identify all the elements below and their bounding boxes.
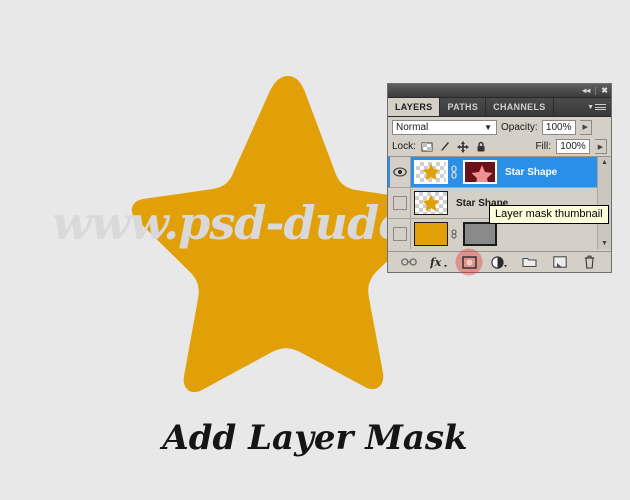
layers-panel-footer: fx: [388, 248, 611, 276]
opacity-label: Opacity:: [501, 121, 538, 133]
lock-label: Lock:: [392, 141, 416, 152]
blend-mode-value: Normal: [396, 121, 429, 133]
lock-row: Lock: Fill: 100% ▶: [388, 137, 611, 156]
star-thumb-icon: [422, 163, 440, 181]
trash-icon: [585, 255, 595, 269]
eye-icon: [393, 167, 407, 177]
close-icon[interactable]: ✖: [601, 86, 608, 95]
tab-layers[interactable]: LAYERS: [388, 98, 441, 116]
layer-style-button[interactable]: fx: [429, 254, 449, 271]
layer-visibility-toggle[interactable]: [390, 157, 411, 187]
tooltip: Layer mask thumbnail: [489, 205, 609, 224]
layer-visibility-toggle[interactable]: [390, 219, 411, 249]
scroll-down-arrow-icon[interactable]: ▼: [601, 238, 608, 249]
screenshot-canvas: www.psd-dude Add Layer Mask ◂◂ ✖ LAYERS …: [0, 0, 630, 500]
panel-tabstrip: LAYERS PATHS CHANNELS ▼: [388, 98, 611, 117]
opacity-input[interactable]: 100%: [541, 119, 576, 135]
scroll-up-arrow-icon[interactable]: ▲: [601, 157, 608, 168]
fill-input[interactable]: 100%: [556, 139, 590, 154]
layer-style-fx-icon: fx: [430, 256, 448, 269]
fill-spinner[interactable]: ▶: [595, 139, 607, 154]
new-group-button[interactable]: [520, 254, 540, 271]
star-thumb-icon: [422, 194, 440, 212]
layers-panel: ◂◂ ✖ LAYERS PATHS CHANNELS ▼ Normal ▼ Op…: [387, 83, 612, 276]
layer-name: Star Shape: [505, 166, 558, 178]
layer-mask-thumbnail[interactable]: [463, 160, 497, 184]
lock-all-icon[interactable]: [475, 141, 487, 153]
layer-list-scrollbar[interactable]: ▲ ▼: [597, 157, 611, 249]
new-layer-icon: [553, 256, 567, 268]
tab-paths[interactable]: PATHS: [440, 98, 487, 116]
new-adjustment-layer-icon: [491, 255, 507, 269]
new-adjustment-layer-button[interactable]: [489, 254, 509, 271]
layer-thumbnail[interactable]: [414, 191, 448, 215]
blend-mode-select[interactable]: Normal ▼: [392, 119, 497, 135]
table-row[interactable]: Star Shape: [388, 157, 611, 188]
layer-link-icon[interactable]: [449, 227, 458, 241]
lock-icon-group: [421, 140, 487, 153]
visibility-off-box: [393, 227, 407, 241]
visibility-off-box: [393, 196, 407, 210]
panel-menu-icon[interactable]: ▼: [582, 98, 611, 116]
layer-visibility-toggle[interactable]: [390, 188, 411, 218]
opacity-spinner[interactable]: ▶: [579, 119, 592, 135]
add-layer-mask-icon: [462, 255, 477, 269]
layer-list: Star Shape Star Shape ▲ ▼: [388, 156, 611, 249]
layer-thumbnail[interactable]: [414, 222, 448, 246]
svg-text:fx: fx: [430, 256, 442, 269]
panel-titlebar: ◂◂ ✖: [388, 84, 611, 98]
lock-image-pixels-icon[interactable]: [439, 141, 451, 153]
new-layer-button[interactable]: [550, 254, 570, 271]
tab-channels[interactable]: CHANNELS: [486, 98, 554, 116]
delete-layer-button[interactable]: [580, 254, 600, 271]
titlebar-divider: [595, 86, 597, 95]
blend-mode-row: Normal ▼ Opacity: 100% ▶: [388, 117, 611, 137]
lock-position-icon[interactable]: [456, 140, 469, 153]
add-layer-mask-button[interactable]: [455, 248, 483, 276]
page-title: Add Layer Mask: [162, 418, 468, 458]
link-layers-button[interactable]: [399, 254, 419, 271]
fill-label: Fill:: [535, 141, 551, 152]
collapse-icon[interactable]: ◂◂: [582, 86, 590, 95]
layer-mask-thumbnail[interactable]: [463, 222, 497, 246]
layer-thumbnail[interactable]: [414, 160, 448, 184]
layer-link-icon[interactable]: [449, 165, 458, 179]
link-layers-icon: [401, 258, 417, 266]
new-group-icon: [522, 257, 537, 268]
lock-transparent-pixels-icon[interactable]: [421, 141, 433, 153]
chevron-down-icon: ▼: [484, 122, 492, 132]
